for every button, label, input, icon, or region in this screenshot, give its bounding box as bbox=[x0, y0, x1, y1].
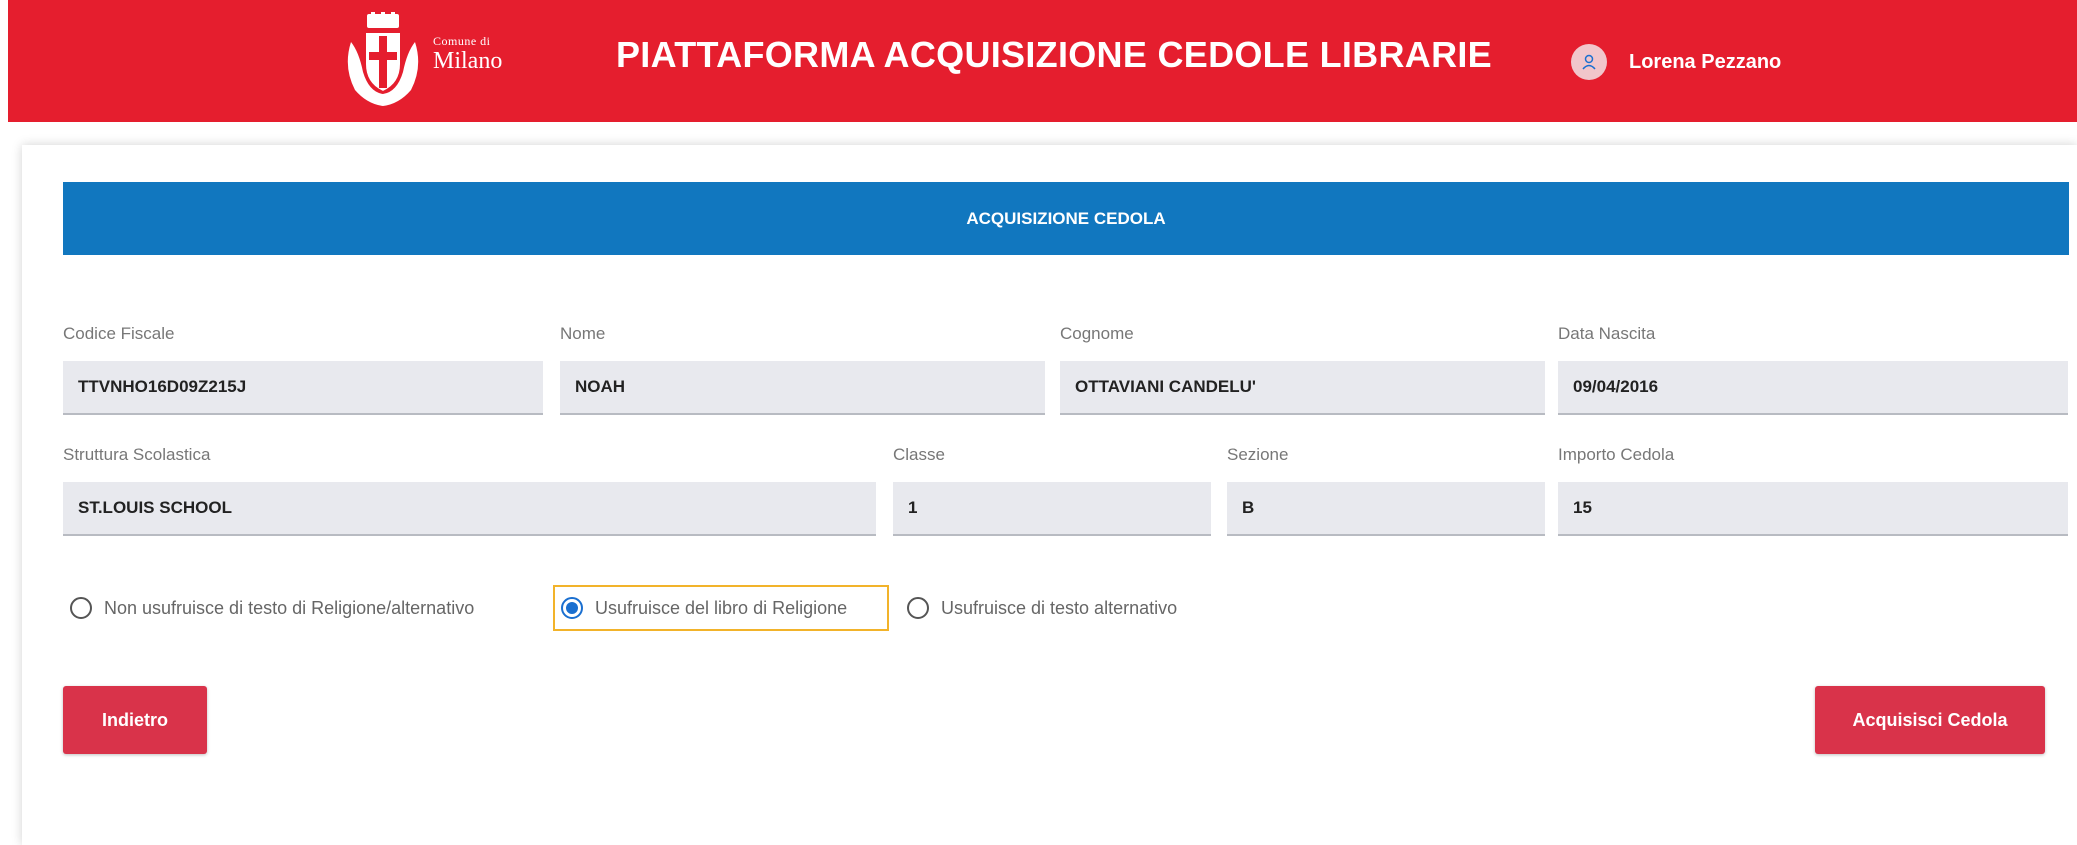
sezione-field[interactable]: B bbox=[1227, 482, 1545, 536]
section-title-bar: ACQUISIZIONE CEDOLA bbox=[63, 182, 2069, 255]
classe-field[interactable]: 1 bbox=[893, 482, 1211, 536]
sezione-label: Sezione bbox=[1227, 445, 1289, 464]
data-nascita-field[interactable]: 09/04/2016 bbox=[1558, 361, 2068, 415]
cognome-field[interactable]: OTTAVIANI CANDELU' bbox=[1060, 361, 1545, 415]
radio-label: Non usufruisce di testo di Religione/alt… bbox=[104, 597, 475, 618]
nome-label: Nome bbox=[560, 324, 606, 343]
user-name: Lorena Pezzano bbox=[1629, 50, 1782, 73]
user-menu[interactable]: Lorena Pezzano bbox=[1571, 42, 1781, 82]
classe-label: Classe bbox=[893, 445, 945, 464]
top-header-bar: Comune di Milano PIATTAFORMA ACQUISIZION… bbox=[8, 0, 2077, 122]
radio-label: Usufruisce del libro di Religione bbox=[595, 597, 848, 618]
nome-field[interactable]: NOAH bbox=[560, 361, 1045, 415]
codice-fiscale-label: Codice Fiscale bbox=[63, 324, 175, 343]
milano-crest-icon bbox=[347, 12, 419, 106]
back-button[interactable]: Indietro bbox=[63, 686, 207, 754]
struttura-scolastica-field[interactable]: ST.LOUIS SCHOOL bbox=[63, 482, 876, 536]
radio-checked-icon[interactable] bbox=[561, 597, 583, 619]
section-title: ACQUISIZIONE CEDOLA bbox=[966, 208, 1166, 228]
codice-fiscale-field[interactable]: TTVNHO16D09Z215J bbox=[63, 361, 543, 415]
logo-small-text: Comune di bbox=[433, 34, 491, 48]
logo-text: Comune di Milano bbox=[433, 34, 502, 74]
radio-option-religion-book[interactable]: Usufruisce del libro di Religione bbox=[553, 585, 889, 631]
cognome-label: Cognome bbox=[1060, 324, 1134, 343]
comune-milano-logo[interactable]: Comune di Milano bbox=[341, 12, 531, 108]
radio-option-no-religion[interactable]: Non usufruisce di testo di Religione/alt… bbox=[70, 585, 474, 631]
struttura-scolastica-label: Struttura Scolastica bbox=[63, 445, 211, 464]
importo-cedola-label: Importo Cedola bbox=[1558, 445, 1675, 464]
radio-option-alternative-text[interactable]: Usufruisce di testo alternativo bbox=[907, 585, 1177, 631]
acquire-cedola-button[interactable]: Acquisisci Cedola bbox=[1815, 686, 2045, 754]
radio-unchecked-icon[interactable] bbox=[70, 597, 92, 619]
radio-unchecked-icon[interactable] bbox=[907, 597, 929, 619]
app-title: PIATTAFORMA ACQUISIZIONE CEDOLE LIBRARIE bbox=[616, 34, 1492, 75]
radio-label: Usufruisce di testo alternativo bbox=[941, 597, 1178, 618]
logo-city-text: Milano bbox=[433, 48, 503, 74]
user-avatar-icon bbox=[1571, 44, 1607, 80]
importo-cedola-field[interactable]: 15 bbox=[1558, 482, 2068, 536]
data-nascita-label: Data Nascita bbox=[1558, 324, 1656, 343]
